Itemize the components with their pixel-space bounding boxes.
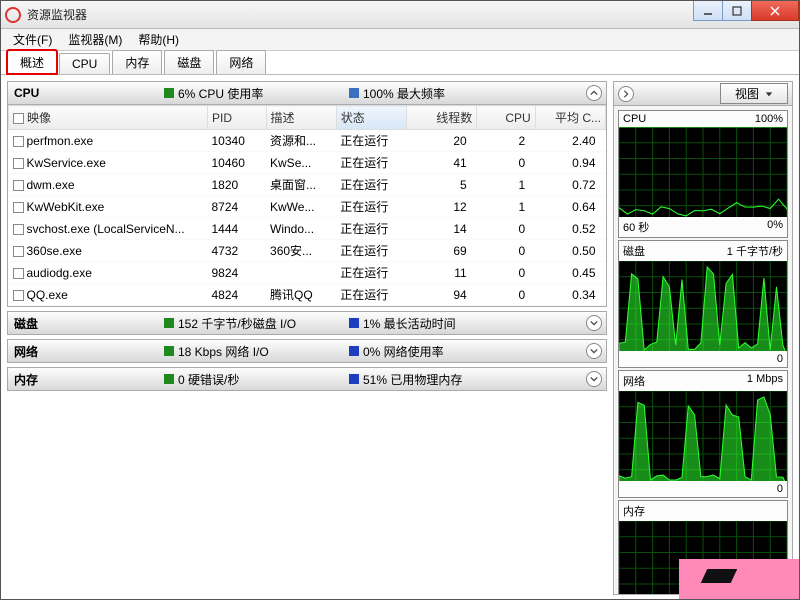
tab-disk[interactable]: 磁盘: [164, 50, 214, 74]
table-row[interactable]: perfmon.exe10340资源和...正在运行2022.40: [9, 130, 606, 152]
collapse-cpu-icon[interactable]: [586, 85, 602, 101]
section-disk-header[interactable]: 磁盘 152 千字节/秒磁盘 I/O 1% 最长活动时间: [7, 311, 607, 335]
cpu-usage-text: 6% CPU 使用率: [178, 85, 263, 102]
header-checkbox[interactable]: [13, 113, 24, 124]
section-network-label: 网络: [14, 343, 164, 360]
collapse-panel-icon[interactable]: [618, 86, 634, 102]
row-checkbox[interactable]: [13, 180, 24, 191]
window-title: 资源监视器: [27, 6, 87, 23]
view-dropdown[interactable]: 视图: [720, 83, 788, 104]
menu-help[interactable]: 帮助(H): [130, 29, 187, 50]
menubar: 文件(F) 监视器(M) 帮助(H): [1, 29, 799, 51]
section-memory-header[interactable]: 内存 0 硬错误/秒 51% 已用物理内存: [7, 367, 607, 391]
app-icon: [5, 7, 21, 23]
row-checkbox[interactable]: [13, 290, 24, 301]
net-io-text: 18 Kbps 网络 I/O: [178, 343, 269, 360]
col-image[interactable]: 映像: [9, 106, 208, 130]
cpu-usage-swatch: [164, 88, 174, 98]
row-checkbox[interactable]: [13, 268, 24, 279]
chevron-down-icon: [765, 90, 773, 98]
row-checkbox[interactable]: [13, 224, 24, 235]
chart-max-value: 1 Mbps: [747, 373, 783, 389]
titlebar[interactable]: 资源监视器: [1, 1, 799, 29]
chart-min-value: 0: [777, 353, 783, 365]
table-row[interactable]: audiodg.exe9824正在运行1100.45: [9, 262, 606, 284]
chart-CPU: CPU 100% 60 秒 0%: [618, 110, 788, 238]
table-row[interactable]: 360se.exe4732360安...正在运行6900.50: [9, 240, 606, 262]
cpu-freq-text: 100% 最大频率: [363, 85, 445, 102]
expand-disk-icon[interactable]: [586, 315, 602, 331]
expand-memory-icon[interactable]: [586, 371, 602, 387]
net-io-swatch: [164, 346, 174, 356]
chart-max-value: 1 千字节/秒: [727, 243, 783, 259]
net-use-swatch: [349, 346, 359, 356]
minimize-button[interactable]: [693, 1, 723, 21]
table-row[interactable]: KwService.exe10460KwSe...正在运行4100.94: [9, 152, 606, 174]
tab-cpu[interactable]: CPU: [59, 53, 110, 74]
chart-title-text: 内存: [623, 503, 645, 519]
net-use-text: 0% 网络使用率: [363, 343, 444, 360]
charts-panel-header: 视图: [614, 82, 792, 106]
tab-memory[interactable]: 内存: [112, 50, 162, 74]
row-checkbox[interactable]: [13, 246, 24, 257]
section-disk-label: 磁盘: [14, 315, 164, 332]
mem-use-text: 51% 已用物理内存: [363, 371, 462, 388]
mem-use-swatch: [349, 374, 359, 384]
tabbar: 概述 CPU 内存 磁盘 网络: [1, 51, 799, 75]
table-header-row: 映像 PID 描述 状态 线程数 CPU 平均 C...: [9, 106, 606, 130]
row-checkbox[interactable]: [13, 202, 24, 213]
chart-title-text: 网络: [623, 373, 645, 389]
col-threads[interactable]: 线程数: [406, 106, 476, 130]
row-checkbox[interactable]: [13, 136, 24, 147]
cpu-freq-swatch: [349, 88, 359, 98]
chart-网络: 网络 1 Mbps 0: [618, 370, 788, 498]
tab-overview[interactable]: 概述: [7, 50, 57, 74]
mem-fault-text: 0 硬错误/秒: [178, 371, 239, 388]
row-checkbox[interactable]: [13, 158, 24, 169]
col-status[interactable]: 状态: [336, 106, 406, 130]
watermark: [679, 559, 799, 599]
chart-xaxis-label: 60 秒: [623, 219, 649, 235]
menu-file[interactable]: 文件(F): [5, 29, 60, 50]
disk-act-swatch: [349, 318, 359, 328]
chart-max-value: 100%: [755, 113, 783, 125]
table-row[interactable]: dwm.exe1820桌面窗...正在运行510.72: [9, 174, 606, 196]
table-row[interactable]: svchost.exe (LocalServiceN...1444Windo..…: [9, 218, 606, 240]
section-cpu-label: CPU: [14, 86, 164, 100]
section-memory-label: 内存: [14, 371, 164, 388]
chart-title-text: 磁盘: [623, 243, 645, 259]
col-cpu[interactable]: CPU: [477, 106, 536, 130]
table-row[interactable]: QQ.exe4824腾讯QQ正在运行9400.34: [9, 284, 606, 306]
table-row[interactable]: KwWebKit.exe8724KwWe...正在运行1210.64: [9, 196, 606, 218]
chart-磁盘: 磁盘 1 千字节/秒 0: [618, 240, 788, 368]
section-network-header[interactable]: 网络 18 Kbps 网络 I/O 0% 网络使用率: [7, 339, 607, 363]
col-pid[interactable]: PID: [208, 106, 267, 130]
maximize-button[interactable]: [722, 1, 752, 21]
mem-fault-swatch: [164, 374, 174, 384]
col-avg[interactable]: 平均 C...: [535, 106, 605, 130]
col-desc[interactable]: 描述: [266, 106, 336, 130]
expand-network-icon[interactable]: [586, 343, 602, 359]
section-cpu-header[interactable]: CPU 6% CPU 使用率 100% 最大频率: [7, 81, 607, 105]
chart-title-text: CPU: [623, 113, 646, 125]
menu-monitor[interactable]: 监视器(M): [60, 29, 130, 50]
close-button[interactable]: [751, 1, 799, 21]
disk-act-text: 1% 最长活动时间: [363, 315, 456, 332]
disk-io-text: 152 千字节/秒磁盘 I/O: [178, 315, 296, 332]
chart-min-value: 0%: [767, 219, 783, 235]
cpu-table: 映像 PID 描述 状态 线程数 CPU 平均 C... perfmon.exe…: [7, 105, 607, 307]
chart-min-value: 0: [777, 483, 783, 495]
disk-io-swatch: [164, 318, 174, 328]
tab-network[interactable]: 网络: [216, 50, 266, 74]
charts-panel: 视图 CPU 100% 60 秒 0% 磁盘 1 千字节/秒 0 网络 1 Mbps 0 内存: [613, 81, 793, 595]
